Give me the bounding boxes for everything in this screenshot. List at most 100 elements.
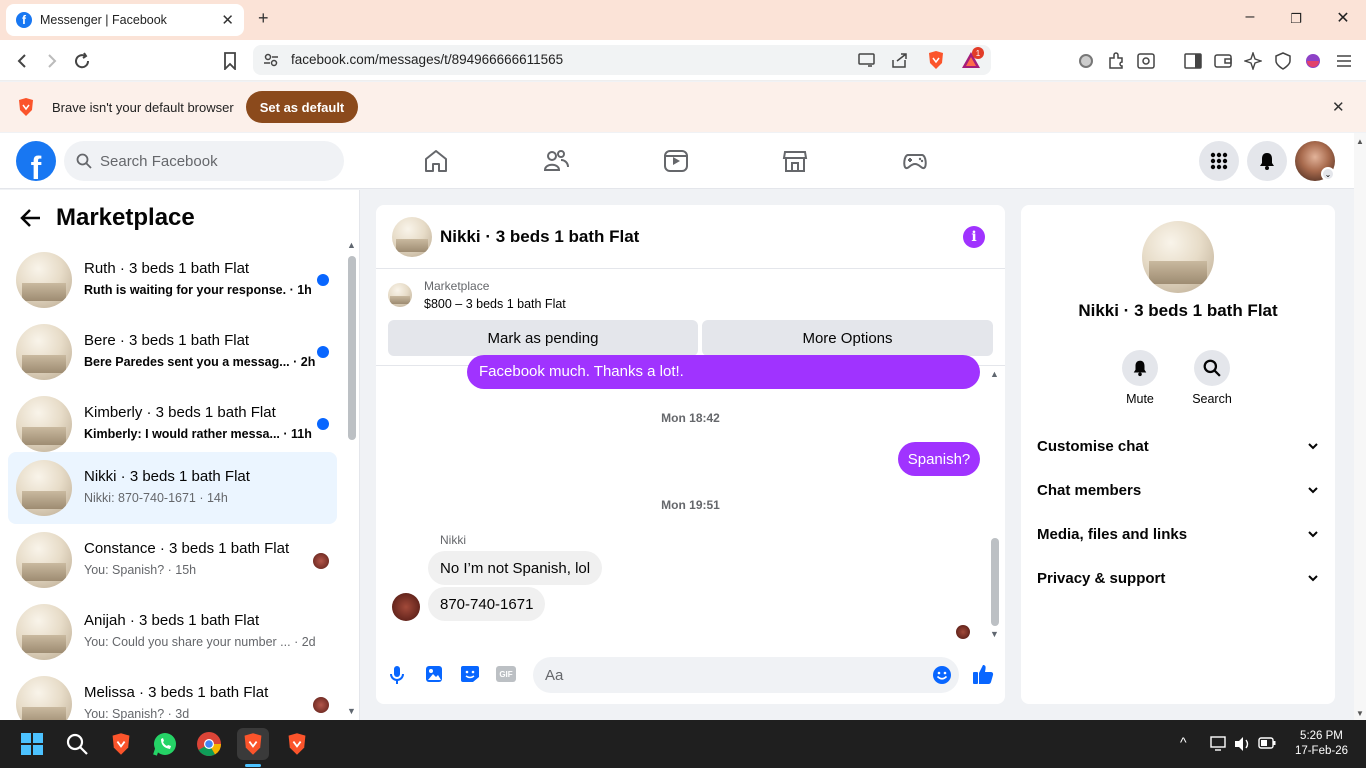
battery-icon[interactable] <box>1258 737 1276 749</box>
privacy-support-section[interactable]: Privacy & support <box>1037 560 1319 596</box>
unread-dot <box>317 274 329 286</box>
thumbs-up-icon[interactable] <box>972 663 994 685</box>
set-default-button[interactable]: Set as default <box>246 91 358 123</box>
brave-profile-taskbar-icon[interactable] <box>237 728 269 760</box>
chat-details-panel: Nikki · 3 beds 1 bath Flat Mute Search C… <box>1021 205 1335 704</box>
brave-logo-icon <box>17 97 35 117</box>
facebook-header: f ⌄ <box>0 133 1366 189</box>
listing-price[interactable]: $800 – 3 beds 1 bath Flat <box>424 297 566 311</box>
conversation-item-selected[interactable]: Nikki · 3 beds 1 bath Flat Nikki: 870-74… <box>8 452 337 524</box>
emoji-icon[interactable] <box>932 665 952 685</box>
menu-grid-button[interactable] <box>1199 141 1239 181</box>
scroll-down-icon[interactable]: ▼ <box>347 706 356 716</box>
back-arrow-icon[interactable] <box>20 208 42 228</box>
chat-thumbnail[interactable] <box>392 217 432 257</box>
network-icon[interactable] <box>1210 736 1228 752</box>
conversation-name: Ruth · 3 beds 1 bath Flat <box>84 260 250 277</box>
search-icon <box>76 153 92 169</box>
chat-scroll-down-icon[interactable]: ▼ <box>990 629 999 639</box>
customise-chat-section[interactable]: Customise chat <box>1037 428 1319 464</box>
microphone-icon[interactable] <box>389 665 405 685</box>
account-avatar[interactable]: ⌄ <box>1295 141 1335 181</box>
media-files-links-section[interactable]: Media, files and links <box>1037 516 1319 552</box>
chat-header: Nikki · 3 beds 1 bath Flat i <box>376 205 1005 269</box>
reload-icon[interactable] <box>71 50 93 72</box>
tray-chevron-up-icon[interactable]: ^ <box>1180 734 1187 750</box>
browser-menu-icon[interactable] <box>1333 50 1355 72</box>
chrome-icon[interactable] <box>193 728 225 760</box>
sidebar-toggle-icon[interactable] <box>1182 50 1204 72</box>
more-options-button[interactable]: More Options <box>702 320 993 356</box>
gaming-icon[interactable] <box>901 147 929 175</box>
timestamp: Mon 18:42 <box>661 411 720 425</box>
brave-second-profile-icon[interactable] <box>281 728 313 760</box>
gif-icon[interactable]: GIF <box>496 666 516 682</box>
volume-icon[interactable] <box>1234 736 1252 752</box>
browser-tab[interactable]: f Messenger | Facebook ✕ <box>6 4 244 36</box>
wallet-icon[interactable] <box>1212 50 1234 72</box>
whatsapp-icon[interactable] <box>149 728 181 760</box>
forward-icon[interactable] <box>40 50 62 72</box>
brave-taskbar-icon[interactable] <box>105 728 137 760</box>
marketplace-header: Marketplace <box>20 204 195 232</box>
conversation-list-scrollbar[interactable] <box>348 256 356 440</box>
chat-title[interactable]: Nikki · 3 beds 1 bath Flat <box>440 227 639 247</box>
notifications-button[interactable] <box>1247 141 1287 181</box>
page-scrollbar[interactable]: ▲ ▼ <box>1354 133 1366 720</box>
maximize-icon[interactable]: ❐ <box>1284 11 1308 27</box>
sender-avatar[interactable] <box>392 593 420 621</box>
chat-scrollbar[interactable] <box>991 538 999 626</box>
brave-shields-icon[interactable] <box>927 50 945 70</box>
home-icon[interactable] <box>422 147 450 175</box>
profile-color-icon[interactable] <box>1302 50 1324 72</box>
video-icon[interactable] <box>662 147 690 175</box>
record-icon[interactable] <box>1075 50 1097 72</box>
chat-scroll-up-icon[interactable]: ▲ <box>990 369 999 379</box>
incoming-message[interactable]: 870-740-1671 <box>428 587 546 621</box>
conversation-item[interactable]: Ruth · 3 beds 1 bath Flat Ruth is waitin… <box>8 244 337 316</box>
outgoing-message[interactable]: Spanish? <box>898 442 980 476</box>
friends-icon[interactable] <box>542 147 570 175</box>
search-input[interactable] <box>100 152 320 170</box>
back-icon[interactable] <box>12 50 34 72</box>
sticker-icon[interactable] <box>460 665 480 683</box>
site-settings-icon[interactable] <box>263 52 279 68</box>
bookmark-icon[interactable] <box>219 50 241 72</box>
conversation-item[interactable]: Kimberly · 3 beds 1 bath Flat Kimberly: … <box>8 388 337 460</box>
system-clock[interactable]: 5:26 PM 17-Feb-26 <box>1295 729 1348 759</box>
leo-ai-icon[interactable] <box>1242 50 1264 72</box>
mark-as-pending-button[interactable]: Mark as pending <box>388 320 698 356</box>
mute-action[interactable]: Mute <box>1110 350 1170 406</box>
tab-search-icon[interactable] <box>1135 50 1157 72</box>
marketplace-icon[interactable] <box>781 147 809 175</box>
windows-start-icon[interactable] <box>16 728 48 760</box>
conversation-item[interactable]: Bere · 3 beds 1 bath Flat Bere Paredes s… <box>8 316 337 388</box>
chat-members-section[interactable]: Chat members <box>1037 472 1319 508</box>
info-icon[interactable]: i <box>963 226 985 248</box>
brave-rewards-icon[interactable]: 1 <box>961 47 984 70</box>
address-bar[interactable]: facebook.com/messages/t/894966666611565 … <box>253 45 991 75</box>
new-tab-icon[interactable]: + <box>258 8 269 29</box>
outgoing-message[interactable]: Facebook much. Thanks a lot!. <box>467 355 980 389</box>
conversation-item[interactable]: Anijah · 3 beds 1 bath Flat You: Could y… <box>8 596 337 668</box>
cast-icon[interactable] <box>858 52 876 68</box>
incoming-message[interactable]: No I’m not Spanish, lol <box>428 551 603 585</box>
tab-title: Messenger | Facebook <box>40 13 167 27</box>
message-input[interactable] <box>533 657 959 693</box>
share-icon[interactable] <box>891 52 909 68</box>
search-box[interactable] <box>64 141 344 181</box>
conversation-item[interactable]: Constance · 3 beds 1 bath Flat You: Span… <box>8 524 337 596</box>
photo-icon[interactable] <box>425 665 443 683</box>
window-close-icon[interactable]: ✕ <box>1331 8 1355 28</box>
minimize-icon[interactable]: – <box>1238 8 1262 26</box>
scroll-up-icon[interactable]: ▲ <box>347 240 356 250</box>
vpn-icon[interactable] <box>1272 50 1294 72</box>
extensions-icon[interactable] <box>1105 50 1127 72</box>
tab-close-icon[interactable]: ✕ <box>221 11 234 29</box>
banner-close-icon[interactable]: ✕ <box>1332 98 1345 116</box>
search-action[interactable]: Search <box>1182 350 1242 406</box>
facebook-logo-icon[interactable]: f <box>16 141 56 181</box>
chevron-down-icon <box>1308 575 1318 582</box>
listing-large-thumbnail[interactable] <box>1142 221 1214 293</box>
taskbar-search-icon[interactable] <box>61 728 93 760</box>
